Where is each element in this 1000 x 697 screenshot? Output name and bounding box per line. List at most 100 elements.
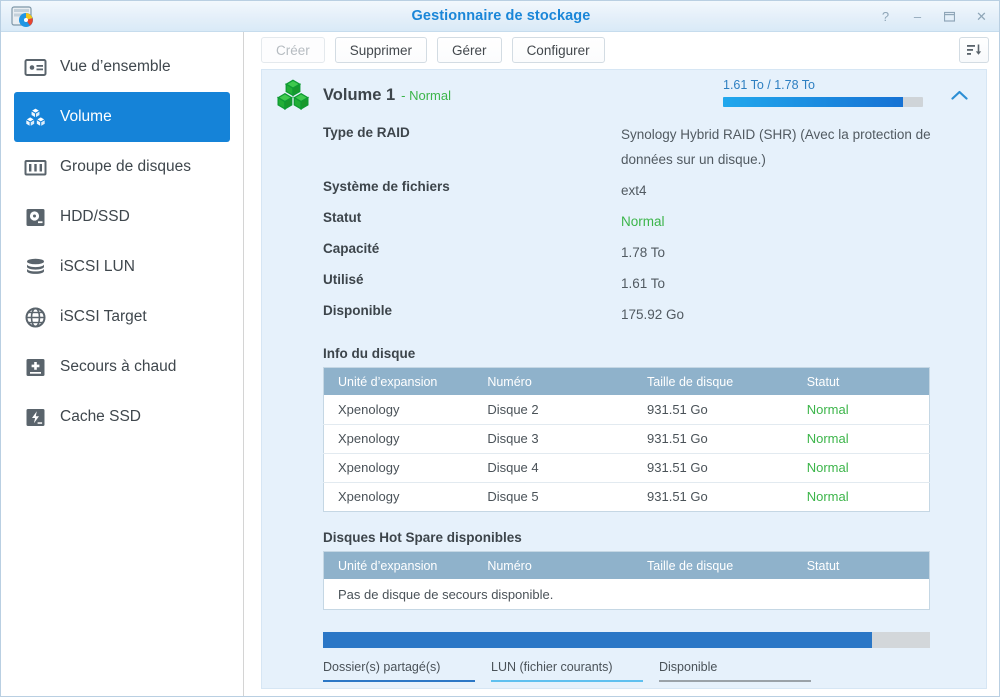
column-header-number[interactable]: Numéro [473, 551, 634, 580]
detail-value: Synology Hybrid RAID (SHR) (Avec la prot… [621, 127, 931, 167]
legend-rule [323, 679, 475, 682]
delete-button[interactable]: Supprimer [334, 37, 428, 63]
legend-item-lun: LUN (fichier courants) 0Octets [491, 660, 659, 688]
disk-cell-status: Normal [792, 423, 930, 454]
sidebar-item-label: HDD/SSD [60, 208, 130, 225]
detail-row-used: Utilisé 1.61 To [323, 272, 943, 297]
sidebar-item-label: Secours à chaud [60, 358, 177, 375]
detail-row-raid-type: Type de RAID Synology Hybrid RAID (SHR) … [323, 123, 943, 173]
volume-details: Type de RAID Synology Hybrid RAID (SHR) … [323, 123, 943, 328]
sidebar-item-hdd-ssd[interactable]: HDD/SSD [14, 192, 230, 242]
sidebar-item-hot-spare[interactable]: Secours à chaud [14, 342, 230, 392]
detail-value: 1.61 To [621, 275, 666, 291]
disk-cell-number: Disque 3 [473, 423, 634, 454]
legend-label: Dossier(s) partagé(s) [323, 659, 441, 674]
disk-cell-unit: Xpenology [323, 481, 474, 512]
disk-cell-size: 931.51 Go [633, 481, 793, 512]
legend-rule [659, 679, 811, 682]
volume-usage-bar-fill [723, 97, 903, 107]
sidebar-item-label: Volume [60, 108, 112, 125]
configure-button[interactable]: Configurer [511, 37, 605, 63]
sidebar-item-volume[interactable]: Volume [14, 92, 230, 142]
sidebar: Vue d’ensemble Volume Groupe de disques … [1, 32, 244, 696]
sidebar-item-ssd-cache[interactable]: Cache SSD [14, 392, 230, 442]
volume-usage-bar [723, 97, 923, 107]
id-card-icon [24, 56, 47, 79]
detail-row-filesystem: Système de fichiers ext4 [323, 179, 943, 204]
chevron-up-icon[interactable] [946, 82, 972, 108]
disk-cell-number: Disque 2 [487, 402, 539, 418]
sort-descending-icon[interactable] [959, 37, 989, 63]
volume-usage-text: 1.61 To / 1.78 To [723, 78, 815, 92]
volume-panel: Volume 1 - Normal 1.61 To / 1.78 To Type… [261, 69, 987, 689]
disk-cell-number: Disque 5 [473, 481, 634, 512]
column-header-unit[interactable]: Unité d’expansion [323, 551, 474, 580]
column-header-size[interactable]: Taille de disque [633, 551, 793, 580]
detail-label: Utilisé [323, 271, 364, 287]
column-header-number[interactable]: Numéro [473, 367, 634, 396]
column-header-status[interactable]: Statut [792, 367, 930, 396]
detail-label: Disponible [323, 302, 393, 318]
storage-manager-window: Gestionnaire de stockage ? – ✕ Vue d’ens… [0, 0, 1000, 697]
table-row[interactable]: Xpenology Disque 4 931.51 Go Normal [323, 452, 930, 483]
table-row: Pas de disque de secours disponible. [324, 579, 930, 609]
sidebar-item-iscsi-target[interactable]: iSCSI Target [14, 292, 230, 342]
disk-cell-number: Disque 4 [473, 452, 634, 483]
detail-label: Système de fichiers [323, 178, 450, 194]
maximize-button[interactable] [942, 9, 957, 24]
hot-spare-icon [24, 356, 47, 379]
legend-item-available: Disponible 175.9Go [659, 660, 827, 688]
sidebar-item-iscsi-lun[interactable]: iSCSI LUN [14, 242, 230, 292]
volume-usage: 1.61 To / 1.78 To [723, 78, 923, 107]
minimize-button[interactable]: – [910, 9, 925, 24]
disk-cell-size: 931.51 Go [647, 402, 708, 418]
hot-spare-table: Unité d’expansion Numéro Taille de disqu… [323, 550, 930, 610]
usage-legend: Dossier(s) partagé(s) 1.6To LUN (fichier… [323, 659, 930, 688]
detail-value: ext4 [621, 182, 647, 198]
column-header-unit[interactable]: Unité d’expansion [323, 367, 474, 396]
detail-row-capacity: Capacité 1.78 To [323, 241, 943, 266]
detail-row-available: Disponible 175.92 Go [323, 303, 943, 328]
column-header-size[interactable]: Taille de disque [633, 367, 793, 396]
help-button[interactable]: ? [878, 9, 893, 24]
volume-name: Volume 1 [323, 85, 396, 104]
usage-segment-shared-folders [323, 631, 873, 648]
detail-label: Statut [323, 209, 362, 225]
volume-status-inline: - Normal [401, 87, 451, 103]
globe-icon [24, 306, 47, 329]
window-title: Gestionnaire de stockage [411, 8, 591, 24]
legend-item-shared-folders: Dossier(s) partagé(s) 1.6To [323, 659, 491, 688]
green-cubes-icon [276, 78, 310, 112]
disk-cell-status: Normal [792, 481, 930, 512]
hot-spare-title: Disques Hot Spare disponibles [323, 529, 522, 545]
table-row[interactable]: Xpenology Disque 3 931.51 Go Normal [323, 423, 930, 454]
detail-value: 1.78 To [621, 244, 666, 260]
disk-cell-size: 931.51 Go [633, 452, 793, 483]
sidebar-item-label: iSCSI Target [60, 308, 147, 325]
disk-group-icon [24, 156, 47, 179]
disk-cell-status: Normal [792, 452, 930, 483]
sidebar-item-disk-group[interactable]: Groupe de disques [14, 142, 230, 192]
hot-spare-empty-message: Pas de disque de secours disponible. [338, 586, 554, 602]
main-content: Créer Supprimer Gérer Configurer Volume … [245, 32, 999, 696]
column-header-status[interactable]: Statut [792, 551, 930, 580]
detail-label: Type de RAID [323, 125, 410, 140]
close-button[interactable]: ✕ [974, 9, 989, 24]
legend-rule [491, 679, 643, 682]
manage-button[interactable]: Gérer [437, 37, 502, 63]
title-bar: Gestionnaire de stockage ? – ✕ [1, 1, 999, 32]
sidebar-item-overview[interactable]: Vue d’ensemble [14, 42, 230, 92]
volume-header: Volume 1 - Normal 1.61 To / 1.78 To [262, 70, 986, 120]
ssd-cache-icon [24, 406, 47, 429]
sidebar-item-label: Cache SSD [60, 408, 141, 425]
disk-cell-unit: Xpenology [338, 402, 400, 418]
create-button[interactable]: Créer [261, 37, 325, 63]
table-row[interactable]: Xpenology Disque 2 931.51 Go Normal [324, 395, 930, 424]
sidebar-item-label: Groupe de disques [60, 158, 191, 175]
detail-label: Capacité [323, 240, 380, 256]
detail-row-status: Statut Normal [323, 210, 943, 235]
hdd-icon [24, 206, 47, 229]
disk-info-table: Unité d’expansion Numéro Taille de disqu… [323, 366, 930, 512]
table-row[interactable]: Xpenology Disque 5 931.51 Go Normal [323, 481, 930, 512]
toolbar: Créer Supprimer Gérer Configurer [245, 32, 999, 68]
